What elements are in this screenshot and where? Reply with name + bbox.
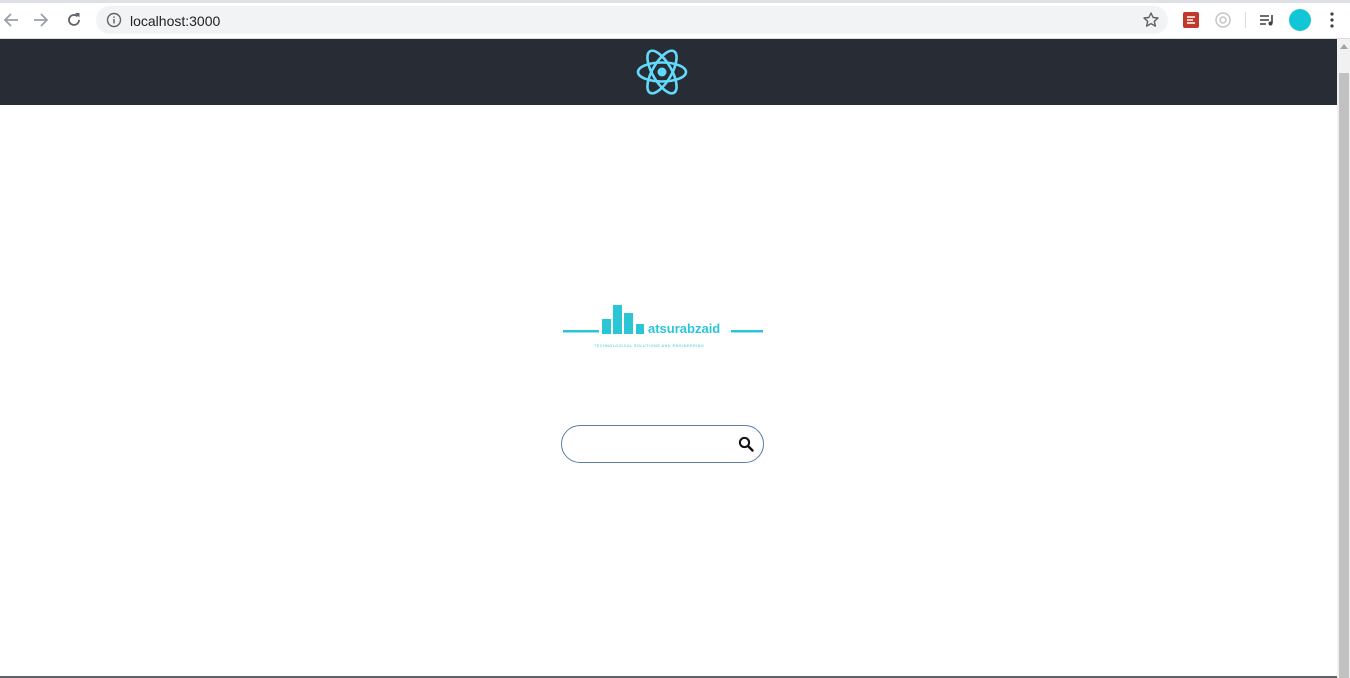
info-icon[interactable] — [106, 12, 122, 28]
app-header — [0, 39, 1337, 105]
scrollbar-thumb[interactable] — [1339, 73, 1349, 678]
extension-disabled-icon[interactable] — [1214, 11, 1232, 29]
address-bar[interactable]: localhost:3000 — [96, 6, 1168, 34]
arrow-back-icon[interactable] — [0, 9, 22, 31]
extension-icon[interactable] — [1182, 11, 1200, 29]
address-url[interactable]: localhost:3000 — [130, 13, 220, 29]
more-vert-icon[interactable] — [1324, 10, 1340, 30]
arrow-forward-icon[interactable] — [30, 9, 52, 31]
scroll-up-arrow-icon[interactable] — [1340, 44, 1348, 49]
media-control-icon[interactable] — [1258, 11, 1276, 29]
toolbar-divider — [1245, 12, 1246, 28]
brand-name: atsurabzaid — [648, 321, 721, 336]
page-viewport: atsurabzaid TECHNOLOGICAL SOLUTIONS AND … — [0, 39, 1337, 678]
tab-strip — [0, 0, 1350, 3]
star-icon[interactable] — [1142, 11, 1160, 29]
profile-avatar[interactable] — [1289, 9, 1311, 31]
reload-icon[interactable] — [63, 9, 85, 31]
search-input[interactable] — [576, 434, 726, 454]
react-logo-icon — [633, 44, 691, 100]
browser-toolbar: localhost:3000 — [0, 0, 1350, 39]
search-box[interactable] — [561, 425, 764, 463]
brand-logo: atsurabzaid TECHNOLOGICAL SOLUTIONS AND … — [562, 301, 766, 353]
search-icon[interactable] — [738, 436, 754, 452]
brand-tagline: TECHNOLOGICAL SOLUTIONS AND ENGINEERING — [594, 344, 705, 348]
